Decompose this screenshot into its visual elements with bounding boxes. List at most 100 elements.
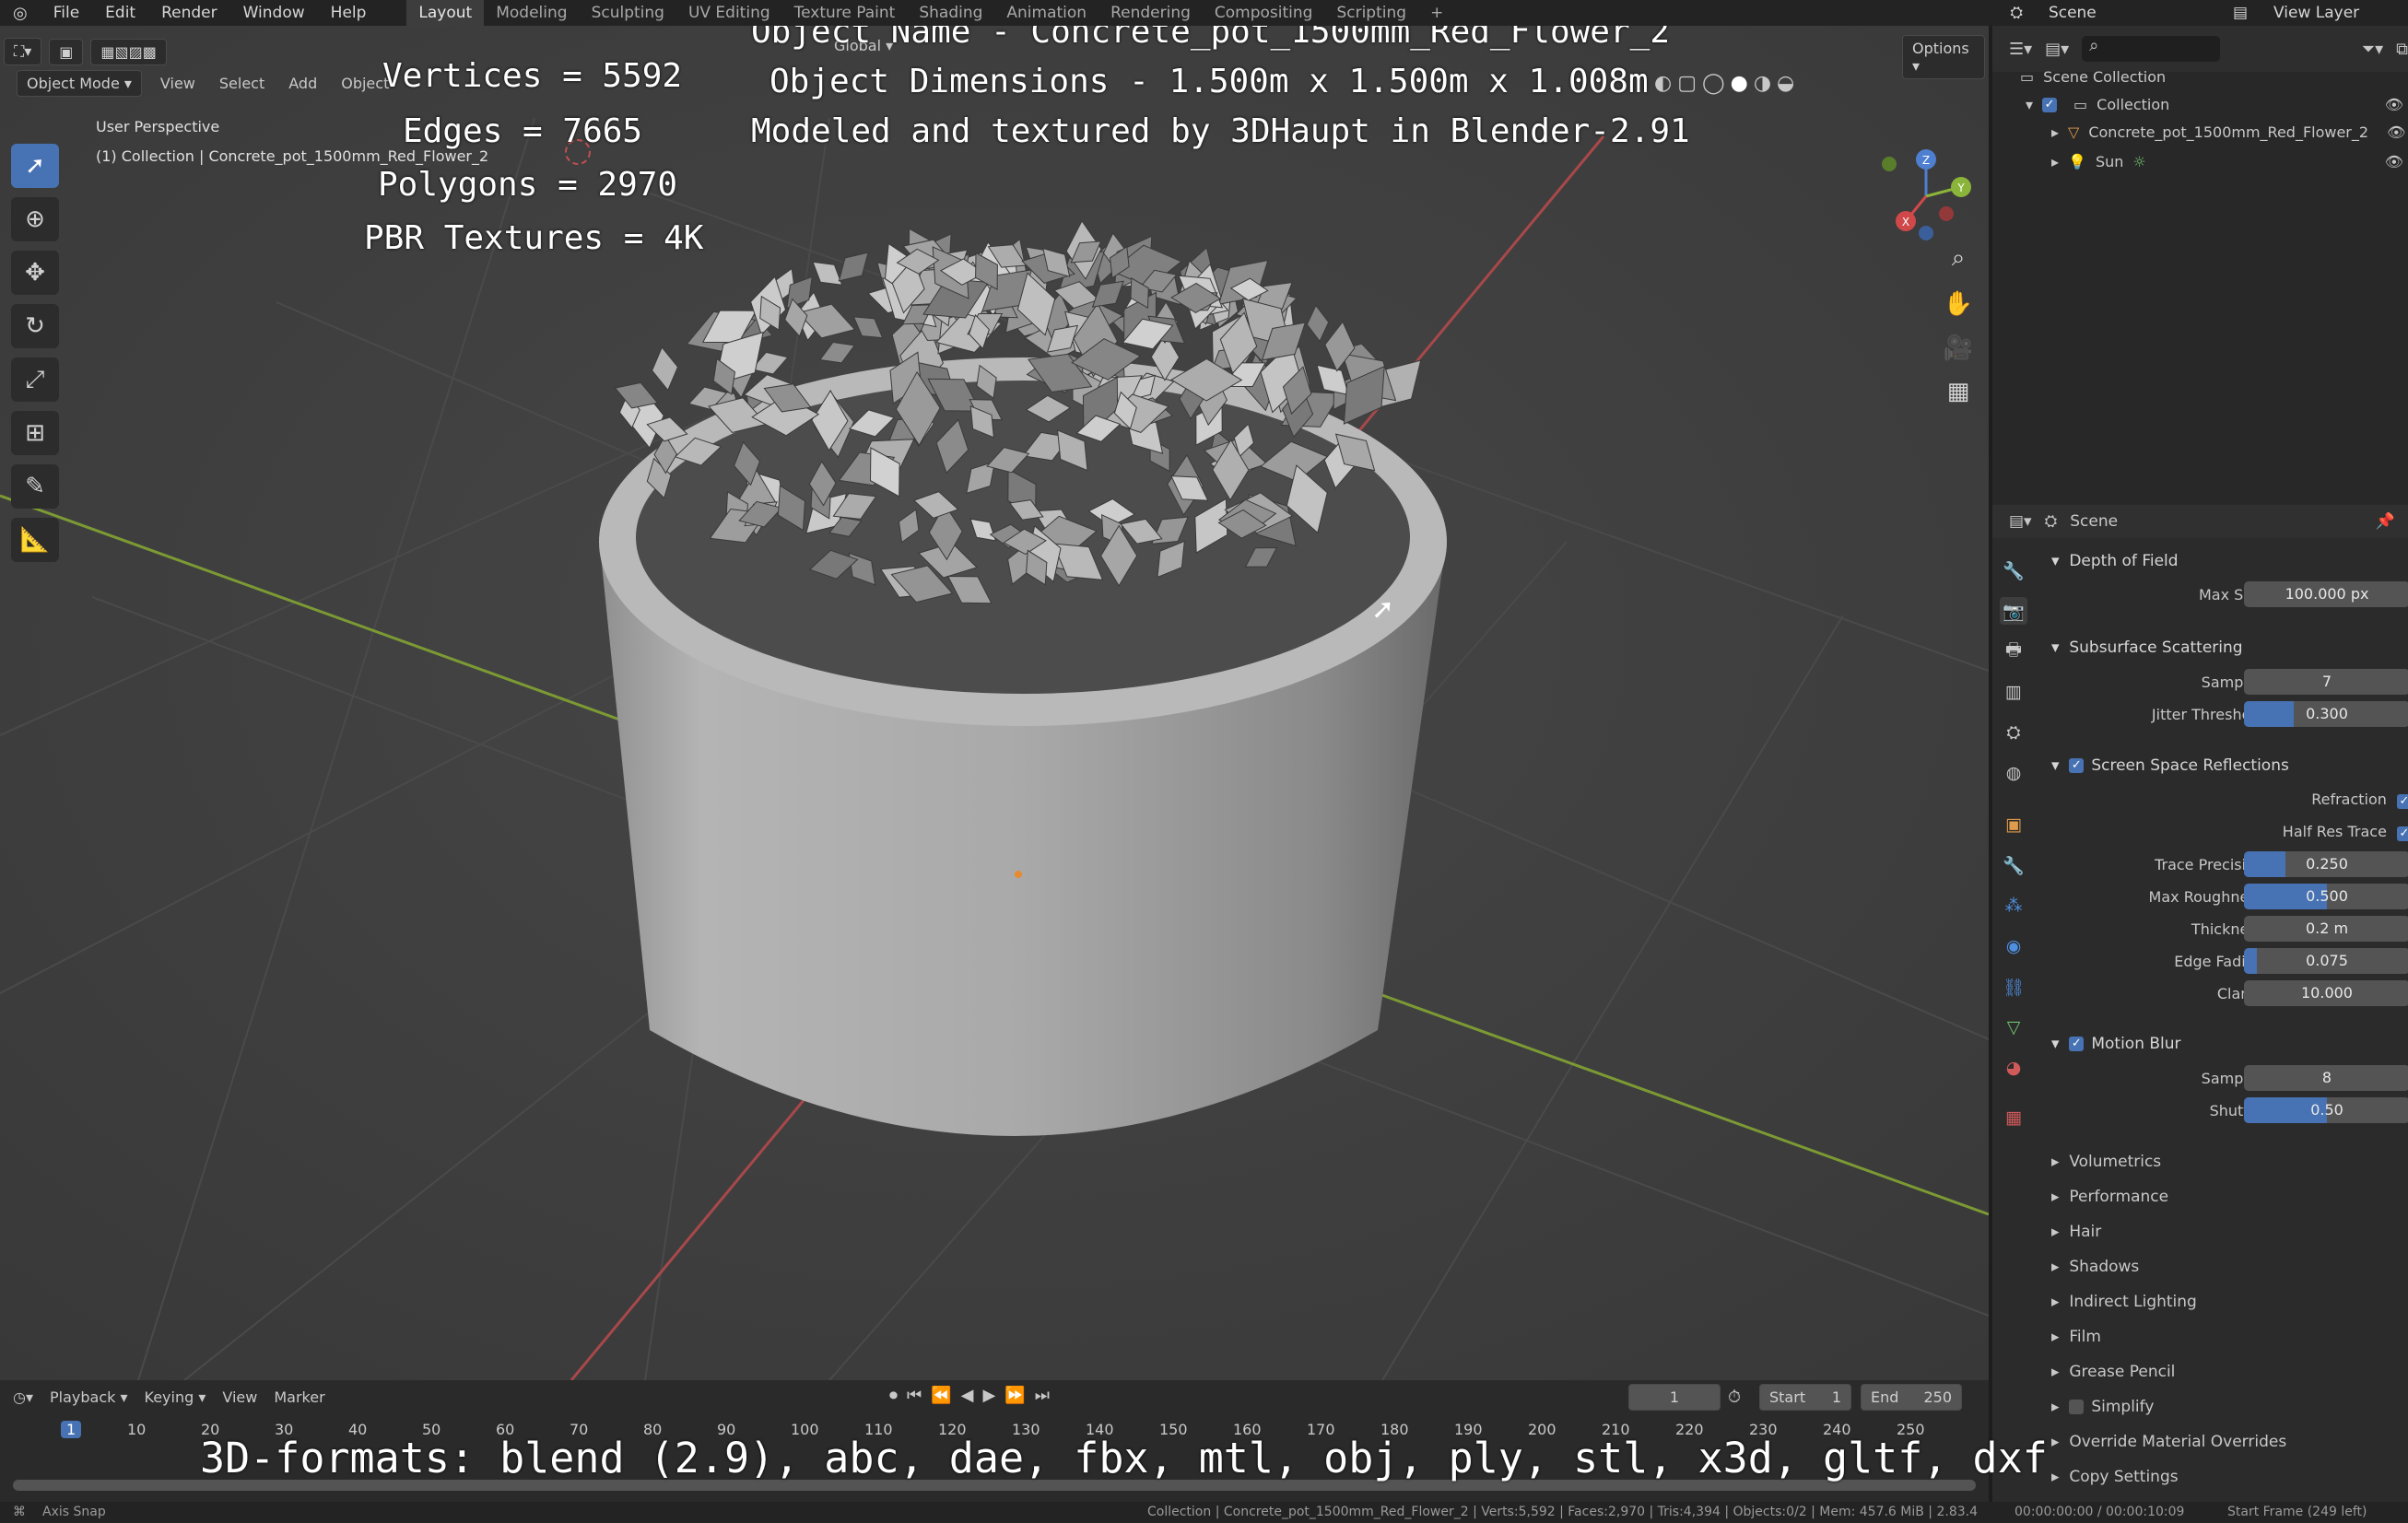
world-tab-icon[interactable]: ◍: [2000, 759, 2027, 787]
max-size-field[interactable]: 100.000 px: [2244, 581, 2408, 607]
jump-start-icon[interactable]: ⏮: [907, 1386, 922, 1405]
sss-samples-field[interactable]: 7: [2244, 669, 2408, 695]
mb-samples-field[interactable]: 8: [2244, 1065, 2408, 1091]
tab-layout[interactable]: Layout: [406, 0, 485, 26]
select-box-icon[interactable]: ▣: [49, 38, 84, 65]
add-workspace-icon[interactable]: +: [1418, 0, 1455, 26]
outliner-search-input[interactable]: ⌕: [2082, 36, 2221, 62]
menu-help[interactable]: Help: [318, 4, 380, 22]
outliner-collection[interactable]: ▾ ✓ ▭ Collection 👁: [2026, 96, 2403, 113]
copy-settings-panel[interactable]: ▸ Copy Settings: [2029, 1459, 2408, 1494]
tool-tab-icon[interactable]: 🔧: [2000, 556, 2027, 584]
visibility-eye-icon[interactable]: 👁: [2385, 153, 2403, 170]
tab-modeling[interactable]: Modeling: [484, 0, 579, 26]
shadows-panel[interactable]: ▸ Shadows: [2029, 1249, 2408, 1284]
cursor-tool-icon[interactable]: ⊕: [11, 197, 59, 241]
wireframe-shading-icon[interactable]: ◯: [1702, 72, 1725, 95]
view-layer-selector[interactable]: View Layer: [2261, 4, 2408, 22]
visibility-eye-icon[interactable]: 👁: [2387, 123, 2405, 141]
current-frame-field[interactable]: 1: [1628, 1384, 1721, 1411]
scene-icon[interactable]: ⛭: [1997, 4, 2036, 22]
physics-tab-icon[interactable]: ◉: [2000, 932, 2027, 960]
pin-icon[interactable]: 📌: [2376, 512, 2395, 531]
output-tab-icon[interactable]: 🖶: [2000, 638, 2027, 665]
particles-tab-icon[interactable]: ⁂: [2000, 892, 2027, 920]
zoom-icon[interactable]: ⌕: [1938, 238, 1979, 278]
filter-icon[interactable]: ⏷▾: [2362, 40, 2383, 59]
material-overrides-panel[interactable]: ▸ Override Material Overrides: [2029, 1424, 2408, 1459]
tab-texture-paint[interactable]: Texture Paint: [782, 0, 908, 26]
menu-render[interactable]: Render: [148, 4, 230, 22]
hair-panel[interactable]: ▸ Hair: [2029, 1214, 2408, 1249]
outliner-root[interactable]: ▭ Scene Collection: [2020, 68, 2166, 86]
tab-scripting[interactable]: Scripting: [1324, 0, 1418, 26]
render-tab-icon[interactable]: 📷: [2000, 597, 2027, 625]
display-mode-icon[interactable]: ▤▾: [2045, 40, 2069, 59]
rotate-tool-icon[interactable]: ↻: [11, 304, 59, 348]
jitter-slider[interactable]: 0.300: [2244, 701, 2408, 727]
outliner-light[interactable]: ▸ 💡 Sun ☼ 👁: [2051, 153, 2403, 170]
new-collection-icon[interactable]: ⧉: [2396, 40, 2408, 59]
trace-precision-slider[interactable]: 0.250: [2244, 851, 2408, 877]
view-layer-tab-icon[interactable]: ▥: [2000, 678, 2027, 706]
menu-edit[interactable]: Edit: [92, 4, 148, 22]
depth-of-field-panel[interactable]: ▾ Depth of Field: [2029, 544, 2408, 579]
clamp-field[interactable]: 10.000: [2244, 980, 2408, 1006]
editor-type-icon[interactable]: ⛶▾: [4, 38, 42, 65]
prev-keyframe-icon[interactable]: ⏪: [931, 1386, 951, 1405]
film-panel[interactable]: ▸ Film: [2029, 1319, 2408, 1354]
material-tab-icon[interactable]: ◕: [2000, 1054, 2027, 1082]
volumetrics-panel[interactable]: ▸ Volumetrics: [2029, 1144, 2408, 1179]
play-icon[interactable]: ▶: [982, 1386, 995, 1405]
properties-editor-icon[interactable]: ▤▾: [2009, 512, 2032, 531]
max-roughness-slider[interactable]: 0.500: [2244, 884, 2408, 909]
scene-selector[interactable]: Scene: [2036, 4, 2220, 22]
tab-uv-editing[interactable]: UV Editing: [676, 0, 782, 26]
material-shading-icon[interactable]: ◑: [1754, 72, 1771, 95]
blender-logo-icon[interactable]: ◎: [0, 4, 41, 23]
half-res-checkbox[interactable]: ✓: [2397, 826, 2408, 841]
jump-end-icon[interactable]: ⏭: [1035, 1386, 1050, 1405]
modifier-tab-icon[interactable]: 🔧: [2000, 851, 2027, 879]
record-icon[interactable]: ⏺: [889, 1386, 898, 1405]
timeline-view-menu[interactable]: View: [222, 1388, 257, 1406]
ortho-grid-icon[interactable]: ▦: [1938, 371, 1979, 412]
outliner-object[interactable]: ▸ ▽ Concrete_pot_1500mm_Red_Flower_2 👁: [2051, 123, 2405, 141]
tab-shading[interactable]: Shading: [907, 0, 994, 26]
object-tab-icon[interactable]: ▣: [2000, 811, 2027, 838]
playback-menu[interactable]: Playback ▾: [50, 1388, 128, 1406]
menu-window[interactable]: Window: [230, 4, 318, 22]
viewport-menu-add[interactable]: Add: [279, 75, 326, 92]
annotate-tool-icon[interactable]: ✎: [11, 464, 59, 509]
pan-hand-icon[interactable]: ✋: [1938, 284, 1979, 324]
collection-checkbox[interactable]: ✓: [2042, 97, 2058, 112]
select-mode-icons[interactable]: ▦▧▨▩: [90, 38, 167, 65]
simplify-checkbox[interactable]: [2069, 1400, 2085, 1414]
texture-tab-icon[interactable]: ▦: [2000, 1104, 2027, 1131]
edge-fading-slider[interactable]: 0.075: [2244, 948, 2408, 974]
tab-sculpting[interactable]: Sculpting: [580, 0, 676, 26]
simplify-panel[interactable]: ▸ Simplify: [2029, 1389, 2408, 1424]
stopwatch-icon[interactable]: ⏱: [1728, 1388, 1741, 1407]
camera-icon[interactable]: 🎥: [1938, 328, 1979, 369]
overlay-toggle-icon[interactable]: ◐: [1654, 72, 1672, 95]
options-dropdown[interactable]: Options ▾: [1902, 35, 1985, 79]
viewport-menu-view[interactable]: View: [151, 75, 205, 92]
thickness-field[interactable]: 0.2 m: [2244, 916, 2408, 942]
start-frame-field[interactable]: Start 1: [1759, 1384, 1851, 1411]
outliner-editor-icon[interactable]: ☰▾: [2009, 40, 2032, 59]
shutter-slider[interactable]: 0.50: [2244, 1097, 2408, 1123]
ssr-panel[interactable]: ▾ ✓ Screen Space Reflections: [2029, 748, 2408, 783]
measure-tool-icon[interactable]: 📐: [11, 518, 59, 562]
tab-compositing[interactable]: Compositing: [1203, 0, 1325, 26]
play-reverse-icon[interactable]: ◀: [961, 1386, 974, 1405]
menu-file[interactable]: File: [41, 4, 92, 22]
constraints-tab-icon[interactable]: ⛓: [2000, 973, 2027, 1001]
grease-pencil-panel[interactable]: ▸ Grease Pencil: [2029, 1354, 2408, 1389]
marker-menu[interactable]: Marker: [274, 1388, 324, 1406]
ssr-checkbox[interactable]: ✓: [2069, 758, 2085, 773]
rendered-shading-icon[interactable]: ◒: [1777, 72, 1794, 95]
tab-rendering[interactable]: Rendering: [1098, 0, 1203, 26]
next-keyframe-icon[interactable]: ⏩: [1004, 1386, 1025, 1405]
transform-tool-icon[interactable]: ⊞: [11, 411, 59, 455]
